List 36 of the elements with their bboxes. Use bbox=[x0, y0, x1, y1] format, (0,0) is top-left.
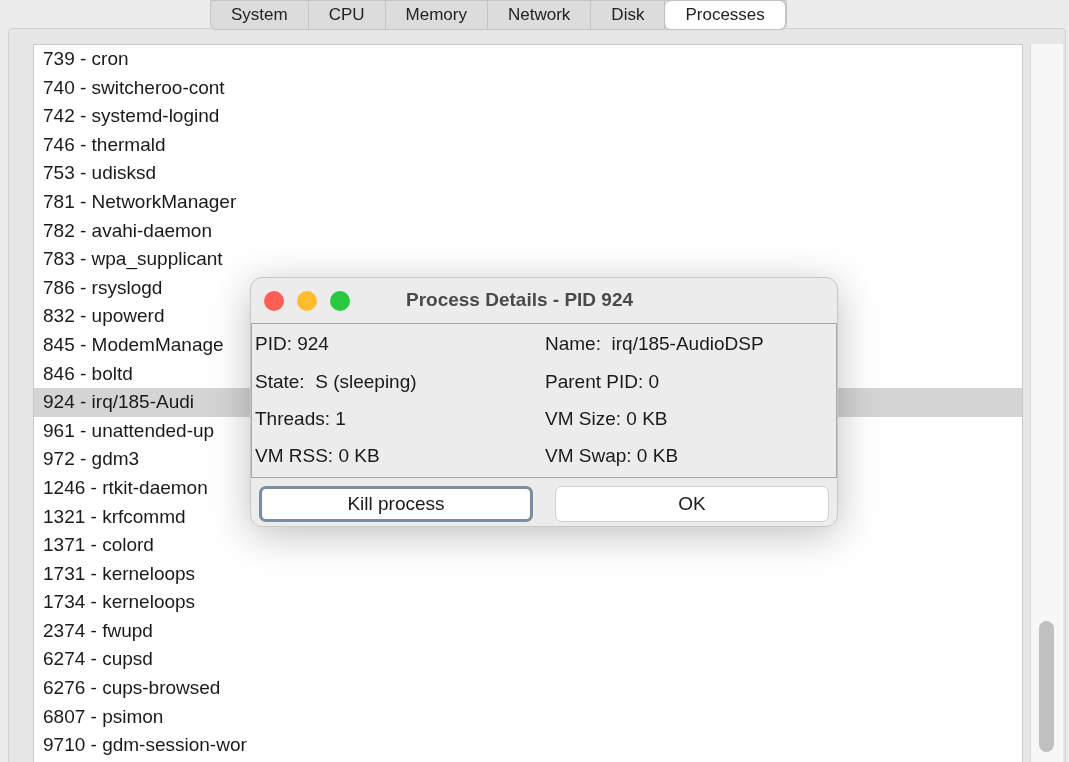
process-row[interactable]: 783 - wpa_supplicant bbox=[34, 245, 1022, 274]
process-row[interactable]: 753 - udisksd bbox=[34, 159, 1022, 188]
process-row[interactable]: 6807 - psimon bbox=[34, 702, 1022, 732]
detail-field: VM RSS: 0 KB bbox=[255, 442, 545, 471]
process-row[interactable]: 781 - NetworkManager bbox=[34, 187, 1022, 217]
process-row[interactable]: 6276 - cups-browsed bbox=[34, 674, 1022, 703]
dialog-button[interactable]: Kill process bbox=[259, 486, 533, 522]
tab[interactable]: Memory bbox=[385, 1, 488, 29]
detail-field: PID: 924 bbox=[255, 330, 545, 359]
process-row[interactable]: 1371 - colord bbox=[34, 531, 1022, 560]
process-row[interactable]: 746 - thermald bbox=[34, 130, 1022, 160]
minimize-button[interactable] bbox=[297, 290, 317, 311]
zoom-button[interactable] bbox=[330, 290, 350, 311]
process-row[interactable]: 742 - systemd-logind bbox=[34, 102, 1022, 131]
scrollbar-thumb[interactable] bbox=[1039, 621, 1054, 752]
tab[interactable]: CPU bbox=[308, 1, 386, 29]
process-row[interactable]: 740 - switcheroo-cont bbox=[34, 73, 1022, 103]
process-row[interactable]: 2374 - fwupd bbox=[34, 616, 1022, 646]
detail-field: VM Size: 0 KB bbox=[545, 404, 833, 434]
tab[interactable]: System bbox=[211, 1, 309, 29]
process-row[interactable]: 9710 - gdm-session-wor bbox=[34, 731, 1022, 760]
detail-field: Parent PID: 0 bbox=[545, 367, 833, 397]
tab[interactable]: Processes bbox=[665, 1, 786, 29]
detail-field: VM Swap: 0 KB bbox=[545, 442, 833, 471]
detail-field: Threads: 1 bbox=[255, 404, 545, 434]
process-row[interactable]: 1734 - kerneloops bbox=[34, 588, 1022, 617]
process-row[interactable]: 739 - cron bbox=[34, 45, 1022, 74]
dialog-button[interactable]: OK bbox=[555, 486, 829, 522]
tab[interactable]: Network bbox=[488, 1, 592, 29]
close-button[interactable] bbox=[264, 290, 284, 311]
process-row[interactable]: 782 - avahi-daemon bbox=[34, 216, 1022, 246]
process-row[interactable]: 1731 - kerneloops bbox=[34, 559, 1022, 589]
detail-field: State: S (sleeping) bbox=[255, 367, 545, 397]
detail-field: Name: irq/185-AudioDSP bbox=[545, 330, 833, 359]
process-row[interactable]: 6274 - cupsd bbox=[34, 645, 1022, 675]
dialog-title: Process Details - PID 924 bbox=[406, 288, 634, 313]
